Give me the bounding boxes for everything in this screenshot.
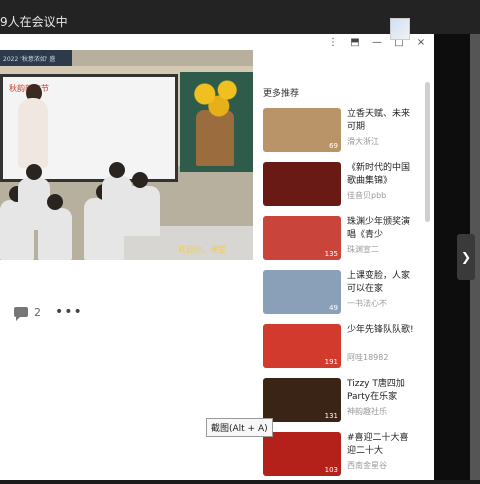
video-actions: 2 ••• [14,304,83,321]
recommend-item-title[interactable]: #喜迎二十大喜迎二十大 [347,432,417,458]
recommend-item-title[interactable]: 上课变脸，人家可以在家 [347,270,417,296]
recommend-item[interactable]: 191 少年先锋队队歌! 阿哇18982 [263,322,423,376]
recommend-item-title[interactable]: Tizzy T唐四加Party在乐家 [347,378,417,404]
video-thumbnail[interactable] [263,162,341,206]
recommend-item-author: 西南金星谷 [347,461,387,470]
play-count: 131 [324,412,338,420]
recommend-item-author: 阿哇18982 [347,353,389,362]
comment-button[interactable]: 2 [14,305,41,321]
student-figure [38,194,72,260]
video-thumbnail[interactable]: 103 [263,432,341,476]
recommend-item[interactable]: 131 Tizzy T唐四加Party在乐家 神韵趣社乐 [263,376,423,430]
recommend-item-author: 佳音贝pbb [347,191,387,200]
play-count: 135 [324,250,338,258]
recommend-item-author: 珠渊宣二 [347,245,379,254]
recommend-item[interactable]: 49 上课变脸，人家可以在家 一书法心不 [263,268,423,322]
more-actions-icon[interactable]: ••• [55,304,83,320]
recommend-scrollbar[interactable] [425,82,430,222]
tree-leaves [188,78,244,118]
video-thumbnail[interactable]: 49 [263,270,341,314]
video-caption: 欢迎你、课堂 [178,245,226,254]
student-figure [102,162,132,216]
screenshot-tooltip: 截图(Alt + A) [206,418,273,437]
recommend-list: 69 立香天赋、未来可期 滑大浙江 《新时代的中国歌曲集锦》 佳音贝pbb 13… [263,106,423,484]
video-thumbnail[interactable]: 69 [263,108,341,152]
tree-decoration [196,110,234,166]
play-count: 191 [324,358,338,366]
video-banner: 2022 '秋意浓如' 盛 [0,50,72,66]
recommend-item-author: 一书法心不 [347,299,387,308]
play-count: 69 [329,142,338,150]
app-logo-icon[interactable] [390,18,410,40]
close-button[interactable]: × [412,36,430,50]
teacher-figure [18,98,48,168]
recommend-item[interactable]: 69 立香天赋、未来可期 滑大浙江 [263,106,423,160]
recommend-item-title[interactable]: 珠渊少年颁奖演唱《青少 [347,216,417,242]
minimize-button[interactable]: — [368,36,386,50]
recommend-item[interactable]: 135 珠渊少年颁奖演唱《青少 珠渊宣二 [263,214,423,268]
meeting-participants-title: 9人在会议中 [0,15,68,29]
comment-icon [14,307,28,321]
recommend-item-title[interactable]: 立香天赋、未来可期 [347,108,417,134]
recommend-item[interactable]: 《新时代的中国歌曲集锦》 佳音贝pbb [263,160,423,214]
recommend-title: 更多推荐 [263,89,300,99]
video-thumbnail[interactable]: 191 [263,324,341,368]
next-page-button[interactable]: ❯ [457,234,475,280]
video-thumbnail[interactable]: 135 [263,216,341,260]
comment-count: 2 [34,305,41,319]
recommend-item-title[interactable]: 少年先锋队队歌! [347,324,417,350]
more-options-icon[interactable]: ⋮ [324,36,342,50]
recommend-item-title[interactable]: 《新时代的中国歌曲集锦》 [347,162,417,188]
video-player[interactable]: 2022 '秋意浓如' 盛 秋韵新章节 欢迎你、课堂 [0,50,253,260]
play-count: 103 [324,466,338,474]
window-controls: ⋮ ⬒ — □ × [324,36,434,52]
play-count: 49 [329,304,338,312]
recommend-item-author: 滑大浙江 [347,137,379,146]
pin-icon[interactable]: ⬒ [346,36,364,50]
recommend-item-author: 神韵趣社乐 [347,407,387,416]
recommend-item[interactable]: 103 #喜迎二十大喜迎二十大 西南金星谷 [263,430,423,484]
video-thumbnail[interactable]: 131 [263,378,341,422]
